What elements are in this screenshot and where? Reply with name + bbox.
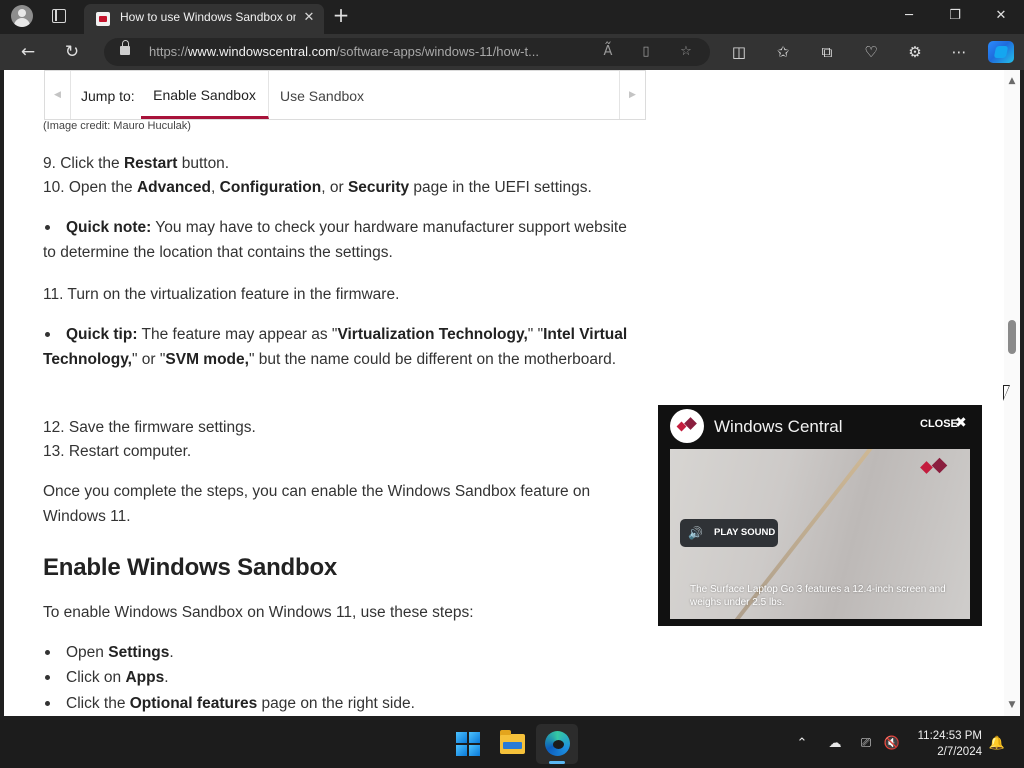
lock-icon[interactable] [120, 40, 130, 55]
bullet [45, 675, 50, 680]
split-screen-icon[interactable]: ◫ [727, 40, 751, 64]
restore-icon[interactable]: ❐ [932, 0, 978, 32]
speaker-icon: 🔊 [688, 526, 703, 540]
immersive-reader-icon[interactable]: ▯ [636, 42, 656, 62]
step-11: 11. Turn on the virtualization feature i… [43, 286, 400, 303]
jump-to-nav: ◀ Jump to: Enable Sandbox Use Sandbox ▶ [44, 70, 646, 120]
step-10: 10. Open the Advanced, Configuration, or… [43, 179, 592, 196]
jump-left-arrow-icon[interactable]: ◀ [45, 71, 71, 119]
refresh-icon[interactable]: ↻ [59, 39, 85, 65]
scroll-down-arrow-icon[interactable]: ▼ [1007, 700, 1017, 710]
video-watermark-icon [918, 457, 956, 479]
copilot-icon[interactable] [988, 41, 1014, 63]
favorites-icon[interactable]: ✩ [771, 40, 795, 64]
tab-bar: How to use Windows Sandbox on Windows 11… [0, 0, 1024, 34]
step-9: 9. Click the Restart button. [43, 155, 230, 172]
collections-icon[interactable]: ⧉ [815, 40, 839, 64]
tray-overflow-chevron-icon[interactable]: ⌃ [793, 735, 811, 753]
quick-tip: Quick tip: The feature may appear as "Vi… [43, 326, 628, 368]
jump-to-label: Jump to: [81, 88, 135, 104]
back-icon[interactable]: ← [15, 39, 41, 65]
system-clock[interactable]: 11:24:53 PM 2/7/2024 [904, 728, 982, 760]
url-text[interactable]: https://www.windowscentral.com/software-… [149, 44, 589, 59]
browser-toolbar: ← ↻ https://www.windowscentral.com/softw… [0, 34, 1024, 70]
read-aloud-icon[interactable]: A᷉ [598, 42, 618, 62]
video-frame[interactable]: 🔊 PLAY SOUND The Surface Laptop Go 3 fea… [670, 449, 970, 619]
floating-video-player[interactable]: Windows Central CLOSE ✖ 🔊 PLAY SOUND The… [658, 405, 982, 626]
bullet [45, 701, 50, 706]
profile-avatar-icon[interactable] [11, 5, 33, 27]
tab-close-icon[interactable]: ✕ [300, 9, 318, 27]
close-x-icon[interactable]: ✖ [955, 415, 967, 431]
step-12: 12. Save the firmware settings. [43, 419, 256, 436]
minimize-icon[interactable]: ─ [886, 0, 932, 32]
favorite-star-icon[interactable]: ☆ [676, 42, 696, 62]
scroll-up-arrow-icon[interactable]: ▲ [1007, 76, 1017, 86]
video-brand-title: Windows Central [714, 417, 843, 436]
section-heading: Enable Windows Sandbox [43, 554, 338, 581]
windows-central-logo-icon [670, 409, 704, 443]
mouse-cursor-icon [1003, 385, 1010, 401]
play-sound-button[interactable]: 🔊 PLAY SOUND [680, 519, 778, 547]
active-tab[interactable]: How to use Windows Sandbox on Windows 11… [84, 4, 324, 34]
start-windows-icon[interactable] [456, 732, 480, 756]
image-credit: (Image credit: Mauro Huculak) [43, 120, 191, 132]
more-options-icon[interactable]: ⋯ [947, 40, 971, 64]
completion-paragraph: Once you complete the steps, you can ena… [43, 483, 591, 525]
bullet [45, 650, 50, 655]
list-item: Click the Optional features page on the … [66, 695, 415, 712]
video-caption: The Surface Laptop Go 3 features a 12.4-… [690, 584, 946, 608]
jump-right-arrow-icon[interactable]: ▶ [619, 71, 645, 119]
video-close-button[interactable]: CLOSE [920, 418, 958, 430]
running-indicator [549, 761, 565, 764]
tab-title: How to use Windows Sandbox on Windows 11 [120, 10, 296, 24]
extensions-icon[interactable]: ⚙ [903, 40, 927, 64]
edge-browser-icon[interactable] [545, 731, 570, 756]
window-close-icon[interactable]: ✕ [978, 0, 1024, 32]
jump-link-enable-sandbox[interactable]: Enable Sandbox [141, 71, 269, 119]
notification-bell-icon[interactable]: 🔔 [988, 735, 1006, 753]
address-bar[interactable]: https://www.windowscentral.com/software-… [104, 38, 710, 66]
play-sound-label: PLAY SOUND [714, 527, 776, 538]
file-explorer-icon[interactable] [500, 730, 525, 754]
list-item: Open Settings. [66, 644, 174, 661]
windows-central-favicon-icon [96, 12, 110, 26]
tab-actions-icon[interactable] [52, 9, 66, 23]
network-icon[interactable]: ⎚ [857, 735, 875, 753]
step-13: 13. Restart computer. [43, 443, 192, 460]
scrollbar-thumb[interactable] [1008, 320, 1016, 354]
cloud-offline-icon[interactable]: ☁ [826, 735, 844, 753]
browser-essentials-icon[interactable]: ♡ [859, 40, 883, 64]
list-item: Click on Apps. [66, 669, 169, 686]
volume-muted-icon[interactable]: 🔇 [883, 735, 901, 753]
new-tab-button[interactable]: + [330, 4, 352, 26]
intro-paragraph: To enable Windows Sandbox on Windows 11,… [43, 604, 474, 621]
quick-note: Quick note: You may have to check your h… [43, 219, 627, 261]
jump-link-use-sandbox[interactable]: Use Sandbox [280, 88, 364, 104]
